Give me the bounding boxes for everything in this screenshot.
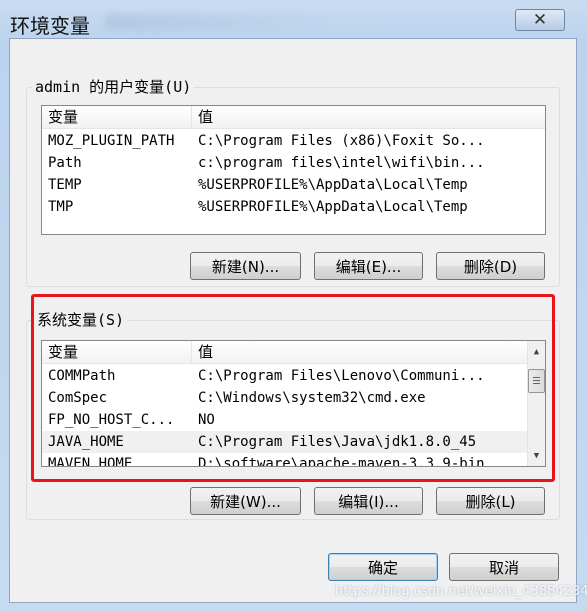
- table-row[interactable]: TEMP %USERPROFILE%\AppData\Local\Temp: [42, 174, 537, 196]
- variable-value: c:\program files\intel\wifi\bin...: [198, 155, 485, 171]
- user-new-button[interactable]: 新建(N)...: [190, 252, 301, 280]
- window-title: 环境变量: [10, 14, 90, 38]
- variable-name: TEMP: [48, 177, 82, 193]
- watermark-text: https://blog.csdn.net/weixin_43884234: [335, 584, 587, 599]
- red-highlight-box: [31, 294, 555, 482]
- user-edit-button[interactable]: 编辑(E)...: [314, 252, 423, 280]
- system-edit-button[interactable]: 编辑(I)...: [314, 487, 423, 515]
- column-header-value[interactable]: 值: [192, 106, 545, 128]
- variable-value: %USERPROFILE%\AppData\Local\Temp: [198, 199, 468, 215]
- ok-button[interactable]: 确定: [328, 553, 438, 581]
- system-new-button[interactable]: 新建(W)...: [190, 487, 301, 515]
- close-icon: ✕: [532, 10, 548, 30]
- table-row[interactable]: MOZ_PLUGIN_PATH C:\Program Files (x86)\F…: [42, 130, 537, 152]
- variable-value: %USERPROFILE%\AppData\Local\Temp: [198, 177, 468, 193]
- user-delete-button[interactable]: 删除(D): [436, 252, 545, 280]
- variable-name: Path: [48, 155, 82, 171]
- table-row[interactable]: TMP %USERPROFILE%\AppData\Local\Temp: [42, 196, 537, 218]
- close-button[interactable]: ✕: [515, 9, 565, 31]
- variable-name: MOZ_PLUGIN_PATH: [48, 133, 175, 149]
- cancel-button[interactable]: 取消: [449, 553, 559, 581]
- environment-variables-window: 环境变量 ✕ admin 的用户变量(U) 变量 值 MOZ_PLUGIN_PA…: [0, 0, 587, 611]
- system-delete-button[interactable]: 删除(L): [436, 487, 545, 515]
- blurred-title-area: [105, 14, 325, 30]
- column-header-variable[interactable]: 变量: [42, 106, 192, 128]
- variable-name: TMP: [48, 199, 74, 215]
- list-header: 变量 值: [42, 106, 545, 129]
- table-row[interactable]: Path c:\program files\intel\wifi\bin...: [42, 152, 537, 174]
- user-variables-label: admin 的用户变量(U): [32, 76, 195, 97]
- user-variables-list[interactable]: 变量 值 MOZ_PLUGIN_PATH C:\Program Files (x…: [41, 105, 546, 235]
- variable-value: C:\Program Files (x86)\Foxit So...: [198, 133, 485, 149]
